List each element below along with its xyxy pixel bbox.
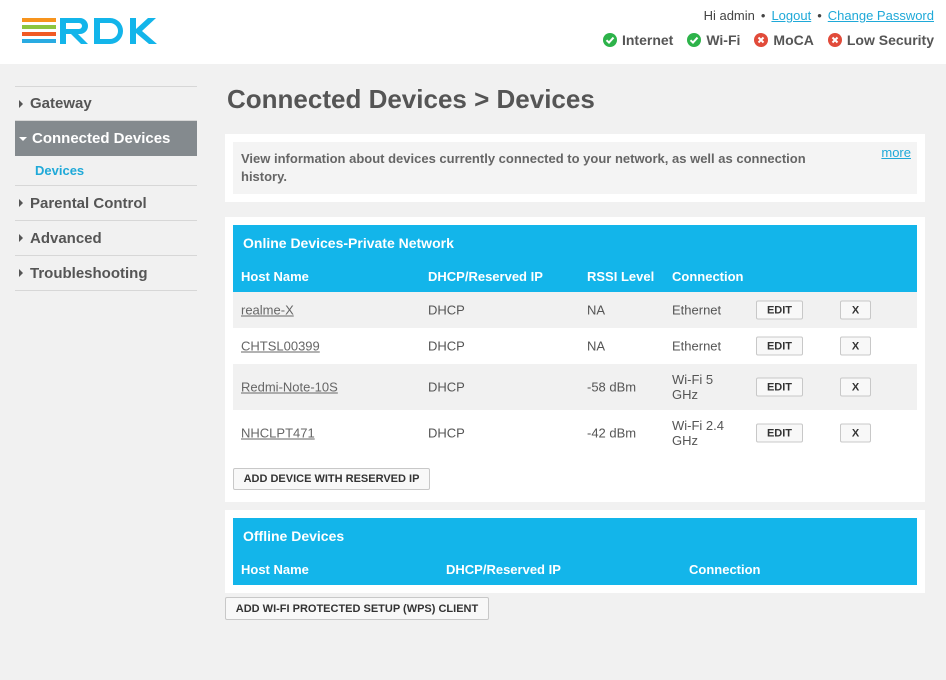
rssi-cell: NA [587,302,606,318]
col-host-name: Host Name [241,562,309,577]
page-title: Connected Devices > Devices [227,84,595,114]
connection-cell: Ethernet [672,302,722,318]
caret-right-icon [19,199,23,207]
connection-cell: Ethernet [672,338,722,354]
col-host-name: Host Name [241,269,309,284]
rssi-cell: -58 dBm [587,379,637,395]
col-connection: Connection [672,269,744,284]
rssi-cell: NA [587,338,606,354]
check-circle-icon [687,33,702,47]
delete-button[interactable]: X [840,423,871,443]
caret-right-icon [19,234,23,242]
info-panel: View information about devices currently… [225,134,925,202]
col-ip: DHCP/Reserved IP [446,562,561,577]
caret-right-icon [19,99,23,108]
info-text: View information about devices currently… [241,151,806,184]
edit-button[interactable]: EDIT [756,300,803,320]
user-bar: Hi admin • Logout • Change Password [703,8,934,23]
rdk-logo [22,18,157,44]
status-moca[interactable]: MoCA [754,32,814,48]
host-name-link[interactable]: Redmi-Note-10S [241,380,338,395]
col-rssi: RSSI Level [587,269,655,284]
offline-devices-title: Offline Devices [243,528,345,544]
table-row: realme-X DHCP NA Ethernet EDIT X [233,292,917,328]
ip-cell: DHCP [428,338,465,354]
sidebar: Gateway Connected Devices Devices Parent… [15,86,197,291]
host-name-link[interactable]: CHTSL00399 [241,339,320,354]
caret-down-icon [19,136,27,141]
sidebar-item-troubleshooting[interactable]: Troubleshooting [15,256,197,291]
online-devices-title: Online Devices-Private Network [243,235,454,251]
caret-right-icon [19,269,23,277]
logout-link[interactable]: Logout [771,8,811,23]
change-password-link[interactable]: Change Password [828,8,934,23]
edit-button[interactable]: EDIT [756,377,803,397]
edit-button[interactable]: EDIT [756,336,803,356]
online-devices-header: Online Devices-Private Network Host Name… [233,225,917,292]
connection-cell: Wi-Fi 2.4 GHz [672,418,724,448]
col-connection: Connection [689,562,761,577]
header: Hi admin • Logout • Change Password Internet… [0,0,946,64]
sidebar-item-connected-devices[interactable]: Connected Devices [15,121,197,156]
add-wps-client-button[interactable]: ADD WI-FI PROTECTED SETUP (WPS) CLIENT [225,597,489,620]
table-row: NHCLPT471 DHCP -42 dBm Wi-Fi 2.4 GHz EDI… [233,410,917,456]
online-devices-card: Online Devices-Private Network Host Name… [225,217,925,502]
host-name-link[interactable]: realme-X [241,303,294,318]
status-low-security[interactable]: Low Security [827,32,934,48]
ip-cell: DHCP [428,425,465,441]
delete-button[interactable]: X [840,377,871,397]
sidebar-subitem-devices[interactable]: Devices [15,156,197,186]
error-circle-icon [754,33,769,47]
edit-button[interactable]: EDIT [756,423,803,443]
table-row: CHTSL00399 DHCP NA Ethernet EDIT X [233,328,917,364]
table-row: Redmi-Note-10S DHCP -58 dBm Wi-Fi 5 GHz … [233,364,917,410]
sidebar-item-gateway[interactable]: Gateway [15,86,197,121]
delete-button[interactable]: X [840,300,871,320]
sidebar-item-parental-control[interactable]: Parental Control [15,186,197,221]
connection-cell: Wi-Fi 5 GHz [672,372,714,402]
error-circle-icon [827,33,842,47]
status-internet[interactable]: Internet [602,32,673,48]
delete-button[interactable]: X [840,336,871,356]
rssi-cell: -42 dBm [587,425,637,441]
col-ip: DHCP/Reserved IP [428,269,543,284]
ip-cell: DHCP [428,379,465,395]
offline-devices-header: Offline Devices Host Name DHCP/Reserved … [233,518,917,585]
status-wifi[interactable]: Wi-Fi [687,32,740,48]
status-bar: Internet Wi-Fi MoCA Low Security [602,32,934,48]
info-box: View information about devices currently… [233,142,917,194]
offline-devices-card: Offline Devices Host Name DHCP/Reserved … [225,510,925,593]
ip-cell: DHCP [428,302,465,318]
host-name-link[interactable]: NHCLPT471 [241,426,315,441]
more-link[interactable]: more [881,145,911,160]
sidebar-item-advanced[interactable]: Advanced [15,221,197,256]
add-reserved-device-button[interactable]: ADD DEVICE WITH RESERVED IP [233,468,430,490]
check-circle-icon [602,33,617,47]
greeting: Hi admin [703,8,755,23]
